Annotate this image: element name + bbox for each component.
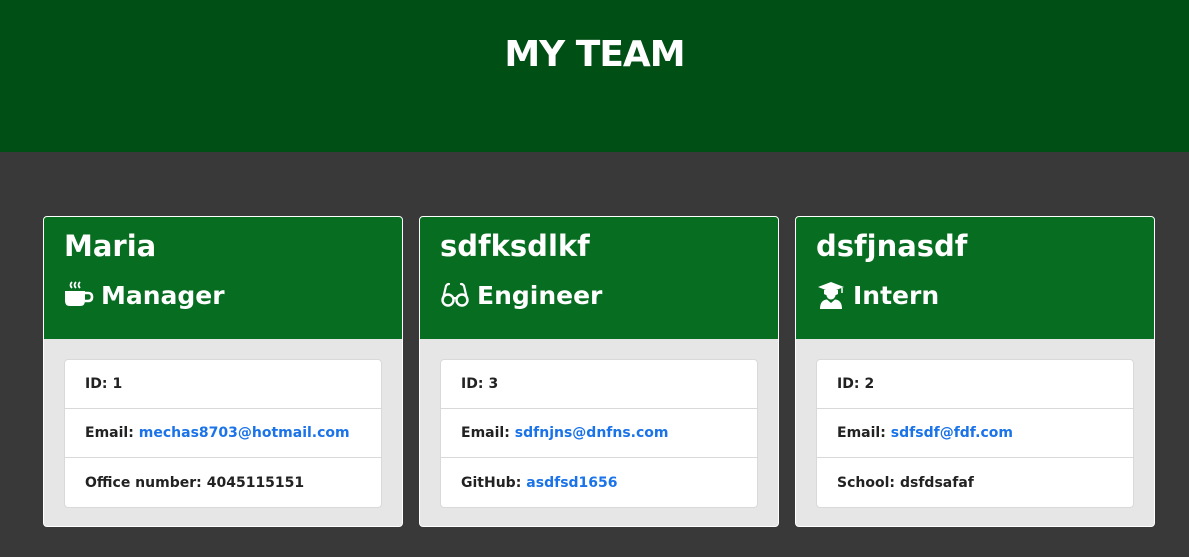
header-banner: MY TEAM bbox=[0, 0, 1189, 152]
office-number-label: Office number: bbox=[85, 474, 202, 491]
email-label: Email: bbox=[837, 425, 886, 441]
email-link[interactable]: sdfnjns@dnfns.com bbox=[515, 425, 669, 441]
list-item-email: Email: mechas8703@hotmail.com bbox=[65, 409, 381, 458]
coffee-icon bbox=[65, 281, 94, 306]
list-item-office: Office number: 4045115151 bbox=[65, 458, 381, 507]
list-item-id: ID: 2 bbox=[817, 360, 1133, 409]
school-label: School: bbox=[837, 474, 895, 491]
office-number-value: 4045115151 bbox=[206, 474, 305, 491]
id-label: ID: bbox=[837, 376, 860, 392]
role-label: Engineer bbox=[477, 280, 603, 310]
id-label: ID: bbox=[85, 376, 108, 392]
email-label: Email: bbox=[461, 425, 510, 441]
employee-card-manager: Maria Manager ID: 1 Email: mechas8703@ho… bbox=[43, 216, 403, 527]
info-list: ID: 3 Email: sdfnjns@dnfns.com GitHub: a… bbox=[440, 359, 758, 508]
card-header: dsfjnasdf Intern bbox=[796, 217, 1154, 339]
graduate-icon bbox=[818, 282, 844, 309]
employee-name: sdfksdlkf bbox=[440, 229, 590, 263]
id-label: ID: bbox=[461, 376, 484, 392]
id-value: 2 bbox=[864, 376, 875, 392]
card-header: sdfksdlkf Engineer bbox=[420, 217, 778, 339]
github-link[interactable]: asdfsd1656 bbox=[526, 475, 617, 491]
info-list: ID: 1 Email: mechas8703@hotmail.com Offi… bbox=[64, 359, 382, 508]
card-header: Maria Manager bbox=[44, 217, 402, 339]
list-item-school: School: dsfdsafaf bbox=[817, 458, 1133, 507]
id-value: 3 bbox=[488, 376, 499, 392]
employee-role: Manager bbox=[64, 279, 225, 311]
email-label: Email: bbox=[85, 425, 134, 441]
id-value: 1 bbox=[112, 376, 123, 392]
list-item-email: Email: sdfnjns@dnfns.com bbox=[441, 409, 757, 458]
list-item-id: ID: 3 bbox=[441, 360, 757, 409]
role-label: Manager bbox=[101, 280, 225, 310]
glasses-icon bbox=[441, 282, 469, 307]
page-title: MY TEAM bbox=[504, 34, 685, 75]
email-link[interactable]: sdfsdf@fdf.com bbox=[891, 425, 1013, 441]
role-label: Intern bbox=[853, 280, 940, 310]
employee-card-intern: dsfjnasdf Intern ID: 2 Email: sdfsdf@fdf… bbox=[795, 216, 1155, 527]
list-item-id: ID: 1 bbox=[65, 360, 381, 409]
school-value: dsfdsafaf bbox=[899, 474, 974, 491]
github-label: GitHub: bbox=[461, 474, 522, 491]
list-item-github: GitHub: asdfsd1656 bbox=[441, 458, 757, 507]
info-list: ID: 2 Email: sdfsdf@fdf.com School: dsfd… bbox=[816, 359, 1134, 508]
list-item-email: Email: sdfsdf@fdf.com bbox=[817, 409, 1133, 458]
email-link[interactable]: mechas8703@hotmail.com bbox=[139, 425, 350, 441]
employee-name: Maria bbox=[64, 229, 157, 263]
employee-role: Intern bbox=[816, 279, 939, 311]
employee-role: Engineer bbox=[440, 279, 602, 311]
employee-name: dsfjnasdf bbox=[816, 229, 968, 263]
employee-card-engineer: sdfksdlkf Engineer ID: 3 Email: sdfnjns@… bbox=[419, 216, 779, 527]
